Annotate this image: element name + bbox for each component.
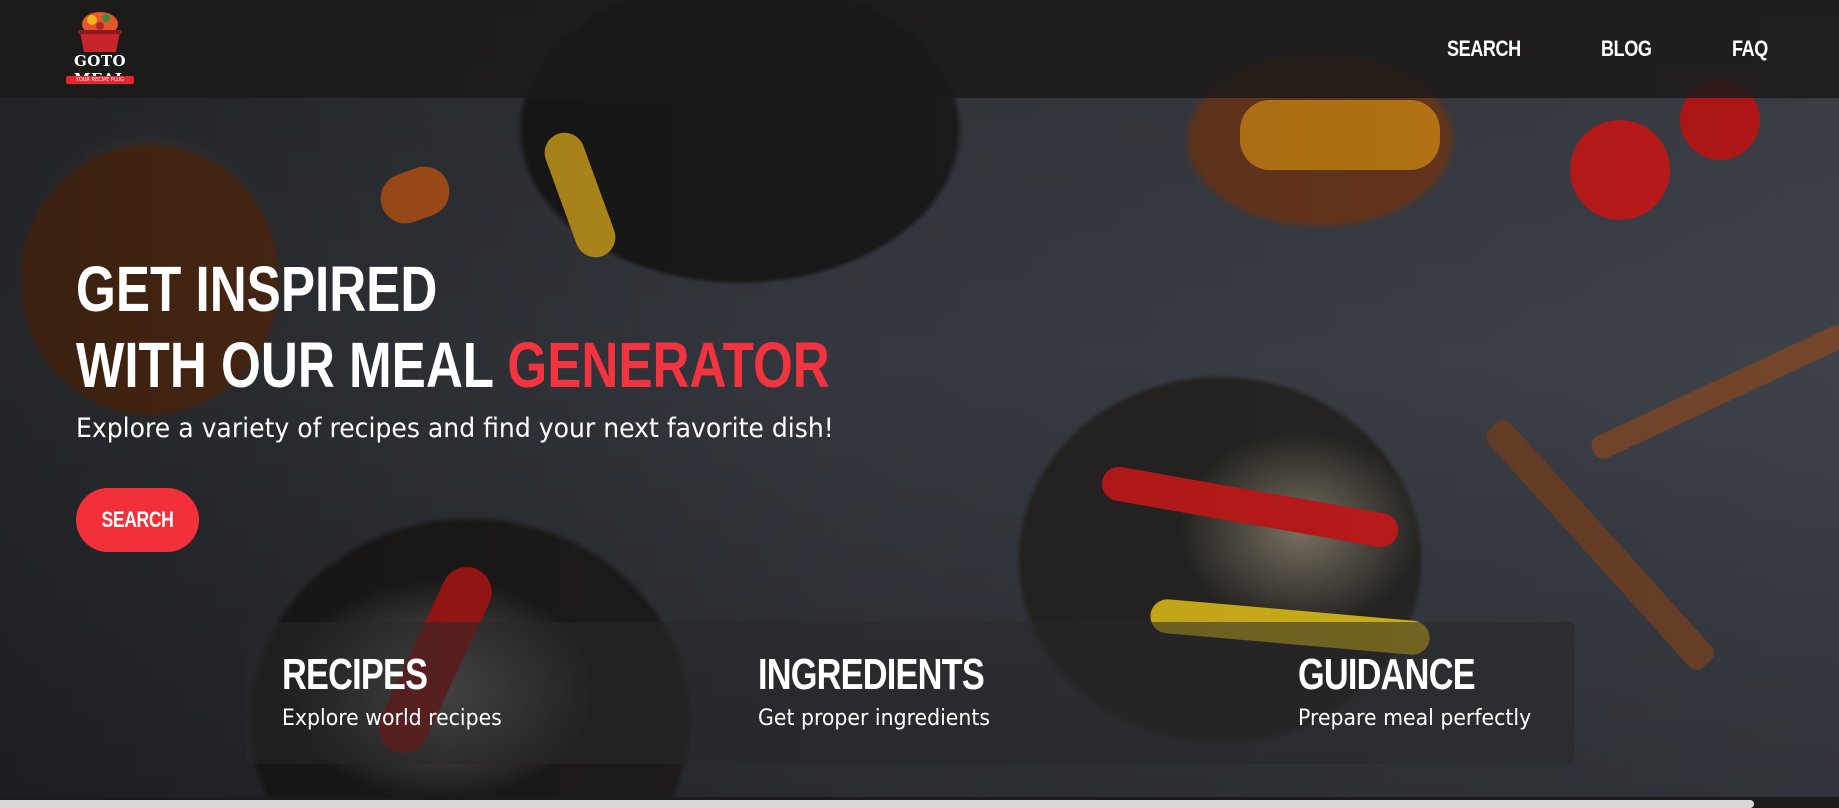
feature-title: INGREDIENTS [758,650,985,699]
features-panel: RECIPES Explore world recipes INGREDIENT… [246,622,1575,764]
feature-title: GUIDANCE [1298,650,1476,699]
food-pot-icon [78,12,122,52]
feature-ingredients[interactable]: INGREDIENTS Get proper ingredients [758,650,1048,731]
hero-search-button[interactable]: SEARCH [76,488,199,552]
hero-subtitle: Explore a variety of recipes and find yo… [76,413,834,444]
hero-search-button-label: SEARCH [101,507,174,532]
logo-word-goto: GOTO [73,52,127,70]
horizontal-scrollbar[interactable] [0,800,1754,808]
top-navigation-bar: GOTO MEAL YOUR RECIPE PLUG SEARCH BLOG F… [0,0,1839,98]
feature-recipes[interactable]: RECIPES Explore world recipes [282,650,518,731]
logo-tagline: YOUR RECIPE PLUG [66,76,134,84]
feature-description: Prepare meal perfectly [1298,706,1532,731]
goto-meal-logo[interactable]: GOTO MEAL YOUR RECIPE PLUG [48,10,152,88]
hero-headline-accent: GENERATOR [507,329,830,401]
hero-headline-line2: WITH OUR MEAL GENERATOR [76,330,830,400]
nav-blog-link[interactable]: BLOG [1601,36,1652,62]
nav-faq-link[interactable]: FAQ [1732,36,1768,62]
feature-title: RECIPES [282,650,428,699]
hero-headline-line1: GET INSPIRED [76,253,438,325]
hero-headline-text: WITH OUR MEAL [76,329,494,401]
feature-description: Explore world recipes [282,706,502,731]
feature-guidance[interactable]: GUIDANCE Prepare meal perfectly [1298,650,1549,731]
feature-description: Get proper ingredients [758,706,991,731]
nav-search-link[interactable]: SEARCH [1447,36,1521,62]
